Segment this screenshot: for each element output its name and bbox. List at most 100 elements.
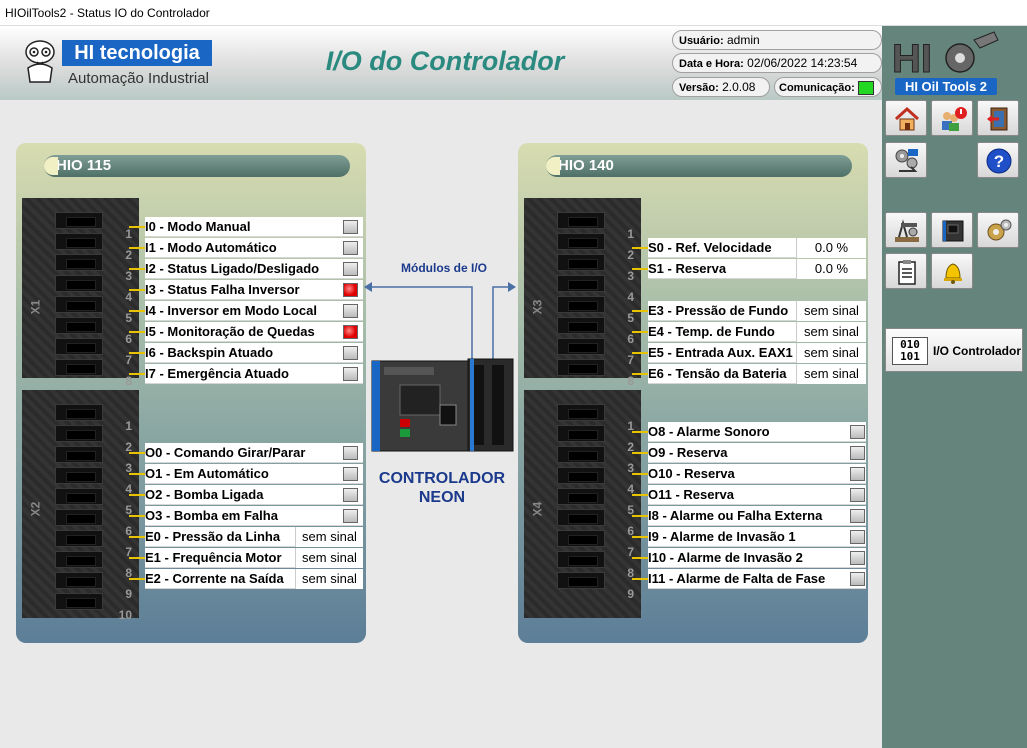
- terminal-pin: [55, 233, 103, 250]
- users-logout-button[interactable]: [931, 100, 973, 136]
- io-row: E4 - Temp. de Fundo sem sinal: [632, 322, 866, 342]
- status-led-off: [850, 446, 865, 460]
- version-label: Versão:: [679, 82, 719, 94]
- module-hio140-title: HIO 140: [546, 155, 852, 177]
- terminal-pin: [557, 572, 605, 589]
- io-connection-line: [632, 578, 648, 580]
- pin-number: 1: [125, 419, 132, 433]
- status-led-off: [343, 367, 358, 381]
- io-row: O9 - Reserva: [632, 443, 866, 463]
- io-value: sem sinal: [796, 343, 866, 363]
- home-icon: [894, 106, 920, 131]
- controller-name-line1: CONTROLADOR: [378, 470, 506, 487]
- io-label: O10 - Reserva: [648, 466, 735, 481]
- status-led-off: [850, 488, 865, 502]
- pin-number: 9: [627, 587, 634, 601]
- datetime-label: Data e Hora:: [679, 58, 744, 70]
- io-modules-label: Módulos de I/O: [401, 261, 487, 275]
- terminal-pin: [55, 488, 103, 505]
- connector-x2-label: X2: [28, 501, 43, 517]
- alarms-button[interactable]: [931, 253, 973, 289]
- status-led-off: [343, 346, 358, 360]
- pin-number: 9: [125, 587, 132, 601]
- io-value: sem sinal: [796, 364, 866, 384]
- io-connection-line: [632, 247, 648, 249]
- terminal-pin: [557, 446, 605, 463]
- help-button[interactable]: ?: [977, 142, 1019, 178]
- io-connection-line: [632, 515, 648, 517]
- io-controller-button[interactable]: 010 101 I/O Controlador: [885, 328, 1023, 372]
- terminal-pin: [55, 212, 103, 229]
- status-led-off: [343, 509, 358, 523]
- io-connection-line: [632, 473, 648, 475]
- io-label: I9 - Alarme de Invasão 1: [648, 529, 796, 544]
- settings-gears-icon: [987, 219, 1012, 241]
- terminal-pin: [55, 254, 103, 271]
- io-label: I5 - Monitoração de Quedas: [145, 324, 315, 339]
- io-row: E5 - Entrada Aux. EAX1 sem sinal: [632, 343, 866, 363]
- terminal-pin: [55, 296, 103, 313]
- io-connection-line: [129, 473, 145, 475]
- io-row: I2 - Status Ligado/Desligado: [129, 259, 363, 279]
- io-label: O2 - Bomba Ligada: [145, 487, 264, 502]
- io-label: O11 - Reserva: [648, 487, 735, 502]
- report-button[interactable]: [885, 253, 927, 289]
- exit-button[interactable]: [977, 100, 1019, 136]
- terminal-pin: [55, 551, 103, 568]
- io-label: E6 - Tensão da Bateria: [648, 366, 787, 381]
- connector-x4-label: X4: [530, 501, 545, 517]
- terminal-pin: [557, 254, 605, 271]
- terminal-pin: [55, 338, 103, 355]
- io-row: O3 - Bomba em Falha: [129, 506, 363, 526]
- io-value: sem sinal: [295, 548, 363, 568]
- user-value: admin: [726, 33, 760, 47]
- io-label: O8 - Alarme Sonoro: [648, 424, 770, 439]
- io-row: I6 - Backspin Atuado: [129, 343, 363, 363]
- configuration-button[interactable]: [885, 142, 927, 178]
- io-connection-line: [129, 310, 145, 312]
- io-connection-line: [129, 352, 145, 354]
- terminal-pin: [55, 359, 103, 376]
- version-field: Versão: 2.0.08: [672, 77, 770, 97]
- io-connection-line: [129, 578, 145, 580]
- status-led-off: [850, 467, 865, 481]
- oil-pump-button[interactable]: [885, 212, 927, 248]
- io-row: E0 - Pressão da Linha sem sinal: [129, 527, 363, 547]
- io-label: O1 - Em Automático: [145, 466, 269, 481]
- product-logo-text: HI Oil Tools 2: [895, 78, 997, 95]
- pin-number: 4: [125, 290, 132, 304]
- io-connection-line: [632, 352, 648, 354]
- terminal-pin: [557, 275, 605, 292]
- io-connection-line: [129, 373, 145, 375]
- status-led-off: [850, 551, 865, 565]
- user-label: Usuário:: [679, 35, 724, 47]
- terminal-pin: [557, 551, 605, 568]
- pin-number: 8: [125, 374, 132, 388]
- help-icon: ?: [986, 148, 1012, 174]
- terminal-pin: [557, 425, 605, 442]
- terminal-pin: [55, 530, 103, 547]
- home-button[interactable]: [885, 100, 927, 136]
- io-row: I7 - Emergência Atuado: [129, 364, 363, 384]
- controller-button[interactable]: [931, 212, 973, 248]
- connector-x3-label: X3: [530, 299, 545, 315]
- io-label: I4 - Inversor em Modo Local: [145, 303, 317, 318]
- terminal-pin: [557, 317, 605, 334]
- io-row: I5 - Monitoração de Quedas: [129, 322, 363, 342]
- io-row: O0 - Comando Girar/Parar: [129, 443, 363, 463]
- io-connection-line: [632, 373, 648, 375]
- header-bar: HI tecnologia Automação Industrial I/O d…: [0, 26, 882, 100]
- datetime-value: 02/06/2022 14:23:54: [747, 56, 858, 70]
- svg-text:HI: HI: [892, 37, 932, 81]
- io-row: I3 - Status Falha Inversor: [129, 280, 363, 300]
- pin-number: 1: [125, 227, 132, 241]
- terminal-pin: [557, 509, 605, 526]
- terminal-pin: [55, 467, 103, 484]
- pin-number: 2: [125, 248, 132, 262]
- status-led-off: [343, 304, 358, 318]
- io-connection-line: [129, 331, 145, 333]
- io-row: E1 - Frequência Motor sem sinal: [129, 548, 363, 568]
- io-connection-line: [129, 226, 145, 228]
- pin-number: 3: [627, 269, 634, 283]
- settings-button[interactable]: [977, 212, 1019, 248]
